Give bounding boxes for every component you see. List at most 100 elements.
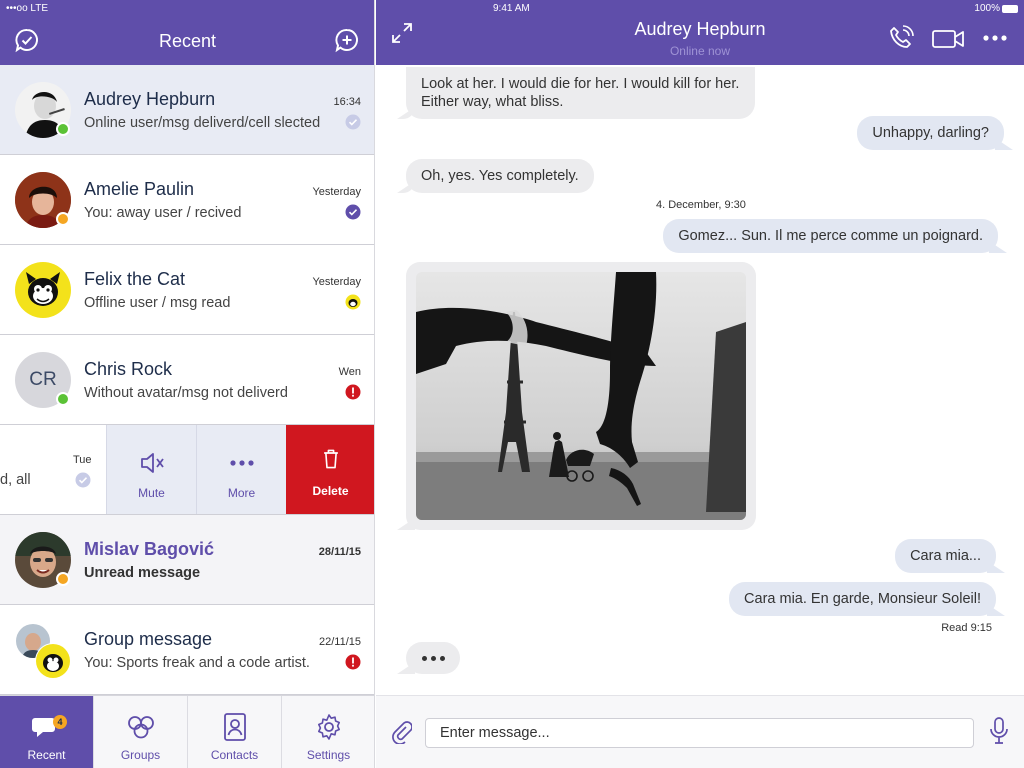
chat-row-swiped[interactable]: d, all Tue Mute More Delete bbox=[0, 425, 374, 515]
new-chat-icon bbox=[335, 29, 358, 53]
message-outgoing: Cara mia. En garde, Monsieur Soleil! bbox=[729, 582, 996, 616]
video-camera-icon bbox=[932, 30, 964, 48]
swiped-row-content: d, all Tue bbox=[0, 425, 106, 514]
presence-online-dot bbox=[56, 122, 70, 136]
more-dots-icon bbox=[230, 460, 254, 466]
contacts-book-icon bbox=[223, 713, 246, 741]
photo-message[interactable] bbox=[406, 262, 756, 530]
tab-label: Groups bbox=[120, 748, 161, 762]
chat-row-group-message[interactable]: Group message You: Sports freak and a co… bbox=[0, 605, 374, 695]
read-receipt: Read 9:15 bbox=[941, 622, 992, 634]
typing-indicator bbox=[406, 642, 460, 674]
more-dots-icon bbox=[983, 35, 1007, 41]
typing-dot bbox=[430, 655, 436, 661]
chat-preview: Offline user / msg read bbox=[84, 295, 231, 311]
not-delivered-alert-icon bbox=[345, 654, 361, 670]
mute-button[interactable]: Mute bbox=[106, 425, 196, 514]
chat-preview: Without avatar/msg not deliverd bbox=[84, 385, 288, 401]
message-incoming: Oh, yes. Yes completely. bbox=[406, 159, 594, 193]
status-battery-text: 100% bbox=[974, 3, 1000, 14]
chat-row-chris-rock[interactable]: CR Chris Rock Without avatar/msg not del… bbox=[0, 335, 374, 425]
paperclip-icon bbox=[392, 721, 412, 744]
more-button[interactable]: More bbox=[196, 425, 286, 514]
tab-settings[interactable]: Settings bbox=[282, 696, 374, 768]
chat-row-felix-the-cat[interactable]: Felix the Cat Offline user / msg read Ye… bbox=[0, 245, 374, 335]
conversation-header: 9:41 AM 100% Audrey Hepburn Online now bbox=[376, 0, 1024, 65]
chat-name: Audrey Hepburn bbox=[84, 89, 216, 109]
chat-time: Tue bbox=[73, 454, 92, 466]
new-message-button[interactable] bbox=[333, 27, 361, 53]
delivered-check-icon bbox=[345, 114, 361, 130]
voice-record-button[interactable] bbox=[988, 716, 1010, 746]
tab-groups[interactable]: Groups bbox=[94, 696, 188, 768]
chat-name: Felix the Cat bbox=[84, 269, 186, 289]
chat-row-amelie-paulin[interactable]: Amelie Paulin You: away user / recived Y… bbox=[0, 155, 374, 245]
group-avatar bbox=[15, 622, 71, 679]
received-check-icon bbox=[345, 204, 361, 220]
chat-preview-fragment: d, all bbox=[0, 472, 31, 488]
chat-name: Mislav Bagović bbox=[84, 539, 215, 559]
chat-row-audrey-hepburn[interactable]: Audrey Hepburn Online user/msg deliverd/… bbox=[0, 65, 374, 155]
read-avatar-icon bbox=[345, 294, 361, 310]
message-outgoing: Cara mia... bbox=[895, 539, 996, 573]
message-outgoing: Unhappy, darling? bbox=[857, 116, 1004, 150]
tab-contacts[interactable]: Contacts bbox=[188, 696, 282, 768]
mute-label: Mute bbox=[138, 486, 165, 500]
date-separator: 4. December, 9:30 bbox=[656, 199, 746, 211]
chat-time: Yesterday bbox=[312, 186, 361, 198]
more-label: More bbox=[227, 486, 256, 500]
presence-away-dot bbox=[56, 572, 70, 586]
message-thread: Look at her. I would die for her. I woul… bbox=[376, 65, 1024, 695]
chat-time: 22/11/15 bbox=[318, 636, 361, 648]
chat-name: Group message bbox=[84, 629, 213, 649]
chat-preview: Online user/msg deliverd/cell slected bbox=[84, 115, 321, 131]
video-call-button[interactable] bbox=[931, 28, 965, 50]
not-delivered-alert-icon bbox=[345, 384, 361, 400]
tab-label: Settings bbox=[306, 748, 351, 762]
chat-name: Chris Rock bbox=[84, 359, 173, 379]
message-incoming: Look at her. I would die for her. I woul… bbox=[406, 67, 755, 119]
chat-preview: Unread message bbox=[84, 565, 201, 581]
conversation-panel: 9:41 AM 100% Audrey Hepburn Online now L… bbox=[376, 0, 1024, 768]
attach-button[interactable] bbox=[390, 718, 412, 744]
contact-name: Audrey Hepburn bbox=[634, 19, 766, 39]
tab-label: Recent bbox=[27, 748, 66, 762]
message-input[interactable] bbox=[425, 718, 974, 748]
chat-preview: You: Sports freak and a code artist. bbox=[84, 655, 310, 671]
chat-time: 16:34 bbox=[333, 96, 361, 108]
unread-badge: 4 bbox=[53, 715, 67, 729]
recent-title: Recent bbox=[158, 31, 217, 51]
message-outgoing: Gomez... Sun. Il me perce comme un poign… bbox=[663, 219, 998, 253]
message-composer bbox=[376, 695, 1024, 768]
delete-button[interactable]: Delete bbox=[286, 425, 374, 514]
status-carrier: •••oo LTE bbox=[6, 3, 49, 14]
delivered-check-icon bbox=[75, 472, 91, 488]
chat-time: Wen bbox=[338, 366, 361, 378]
typing-dot bbox=[421, 655, 427, 661]
microphone-icon bbox=[990, 717, 1008, 744]
chat-preview: You: away user / recived bbox=[84, 205, 242, 221]
battery-icon bbox=[1002, 5, 1018, 13]
chat-time: 28/11/15 bbox=[318, 546, 361, 558]
avatar bbox=[15, 262, 71, 318]
mute-speaker-icon bbox=[141, 453, 164, 473]
status-time: 9:41 AM bbox=[493, 3, 530, 14]
chat-list-panel: •••oo LTE Recent Audrey Hepburn Online u… bbox=[0, 0, 375, 768]
gear-icon bbox=[317, 714, 340, 740]
groups-icon bbox=[127, 716, 154, 739]
typing-dot bbox=[439, 655, 445, 661]
more-options-button[interactable] bbox=[982, 30, 1008, 46]
chat-list: Audrey Hepburn Online user/msg deliverd/… bbox=[0, 65, 374, 695]
voice-call-button[interactable] bbox=[888, 25, 914, 51]
tab-recent[interactable]: 4 Recent bbox=[0, 696, 94, 768]
presence-away-dot bbox=[56, 212, 70, 226]
phone-icon bbox=[890, 25, 914, 48]
chat-row-mislav-bagovic[interactable]: Mislav Bagović Unread message 28/11/15 bbox=[0, 515, 374, 605]
chat-time: Yesterday bbox=[312, 276, 361, 288]
chat-name: Amelie Paulin bbox=[84, 179, 195, 199]
delete-label: Delete bbox=[312, 484, 349, 498]
tab-bar: 4 Recent Groups Contacts Settings bbox=[0, 695, 374, 768]
left-header: •••oo LTE Recent bbox=[0, 0, 374, 65]
trash-icon bbox=[324, 449, 338, 469]
presence-online-dot bbox=[56, 392, 70, 406]
